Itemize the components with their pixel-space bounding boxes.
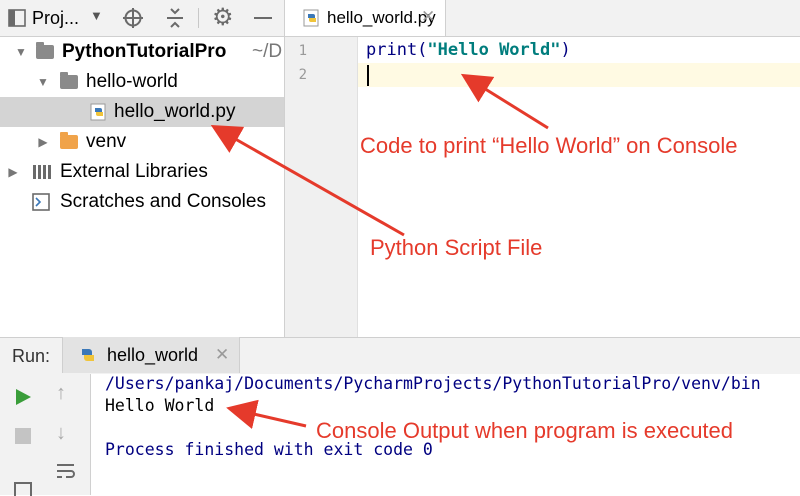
annotation-file-note: Python Script File <box>370 235 543 260</box>
annotation-console-note: Console Output when program is executed <box>316 418 734 443</box>
arrow-to-console <box>226 399 307 429</box>
annotation-code-note: Code to print “Hello World” on Console <box>360 133 738 158</box>
arrow-to-code <box>460 73 549 130</box>
